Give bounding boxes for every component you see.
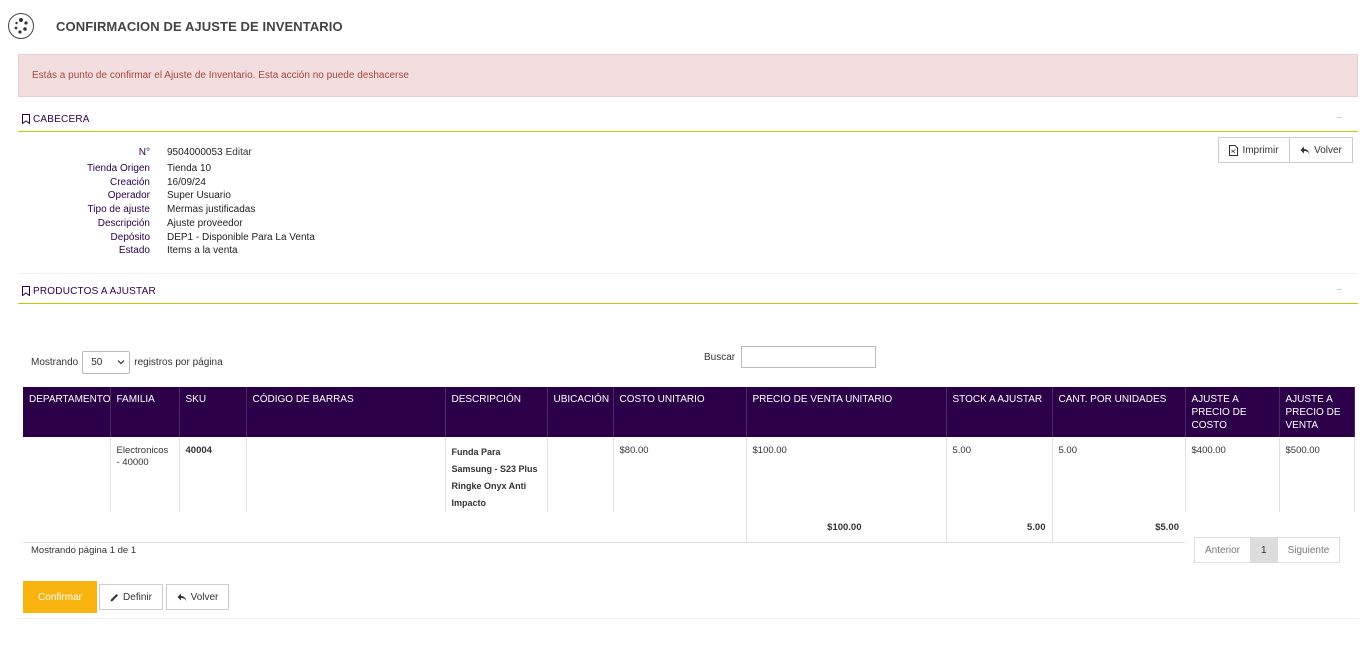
detail-row-tienda: Tienda Origen Tienda 10 [18,163,438,177]
footer-divider [18,618,1358,619]
field-label: Tienda Origen [87,163,150,174]
column-header[interactable]: CANT. POR UNIDADES [1052,387,1186,437]
total-cant-unidades: $5.00 [1051,512,1185,543]
define-button[interactable]: Definir [99,584,163,610]
field-label: Tipo de ajuste [87,204,150,215]
detail-row-estado: Estado Items a la venta [18,245,438,259]
column-header[interactable]: AJUSTE A PRECIO DE COSTO [1185,387,1280,437]
pagination-info: Mostrando página 1 de 1 [31,545,137,556]
table-header-row: DEPARTAMENTO FAMILIA SKU CÓDIGO DE BARRA… [23,387,1355,437]
detail-row-numero: N° 9504000053 Editar [18,147,438,161]
cell-precio-venta: $100.00 [746,437,947,512]
column-header[interactable]: DEPARTAMENTO [23,387,111,437]
cell-ubicacion [547,437,614,512]
reply-arrow-icon [1300,146,1310,155]
totals-spacer [23,512,746,543]
column-header[interactable]: PRECIO DE VENTA UNITARIO [746,387,947,437]
field-label: N° [138,147,150,158]
column-header[interactable]: SKU [179,387,247,437]
confirm-button[interactable]: Confirmar [23,581,97,613]
field-value: Items a la venta [167,245,238,256]
back-button-top[interactable]: Volver [1289,137,1353,163]
page-header: CONFIRMACION DE AJUSTE DE INVENTARIO [0,0,1362,52]
column-header[interactable]: FAMILIA [110,387,180,437]
detail-row-creacion: Creación 16/09/24 [18,177,438,191]
pagination-page-1[interactable]: 1 [1250,538,1278,562]
section-cabecera-header[interactable]: CABECERA – [18,112,1358,132]
collapse-icon[interactable]: – [1336,284,1342,295]
section-title: CABECERA [22,114,90,127]
field-value: Mermas justificadas [167,204,256,215]
page-title: CONFIRMACION DE AJUSTE DE INVENTARIO [56,19,343,34]
pagination: Anterior 1 Siguiente [1194,537,1341,563]
back-button-bottom[interactable]: Volver [166,584,229,610]
cell-cant-unidades: 5.00 [1052,437,1186,512]
detail-row-deposito: Depósito DEP1 - Disponible Para La Venta [18,232,438,246]
field-label: Estado [118,245,150,256]
section-title: PRODUCTOS A AJUSTAR [22,286,156,299]
total-stock-ajustar: 5.00 [945,512,1052,543]
detail-row-descripcion: Descripción Ajuste proveedor [18,218,438,232]
show-suffix: registros por página [134,356,223,368]
search-control: Buscar [704,346,877,368]
pagination-next[interactable]: Siguiente [1277,538,1340,562]
cell-codigo-barras [246,437,446,512]
column-header[interactable]: STOCK A AJUSTAR [946,387,1053,437]
column-header[interactable]: COSTO UNITARIO [613,387,747,437]
field-value: 9504000053 Editar [167,147,252,158]
cell-familia: Electronicos - 40000 [110,437,180,512]
page-size-control: Mostrando 50 registros por página [31,350,223,374]
field-value: Tienda 10 [167,163,212,174]
total-precio-venta: $100.00 [745,512,946,543]
cell-ajuste-costo: $400.00 [1185,437,1280,512]
field-label: Depósito [110,232,150,243]
cell-stock-ajustar: 5.00 [946,437,1053,512]
search-label: Buscar [704,351,736,363]
warning-alert: Estás a punto de confirmar el Ajuste de … [18,54,1358,97]
bookmark-icon [22,114,30,127]
edit-link[interactable]: Editar [226,147,252,158]
field-label: Creación [109,177,150,188]
column-header[interactable]: UBICACIÓN [547,387,614,437]
detail-row-operador: Operador Super Usuario [18,190,438,204]
chevron-down-icon [117,358,125,369]
field-label: Descripción [97,218,150,229]
cell-departamento [23,437,111,512]
column-header[interactable]: AJUSTE A PRECIO DE VENTA [1279,387,1355,437]
cell-sku: 40004 [179,437,247,512]
spinner-logo-icon[interactable] [8,13,34,39]
page-size-select[interactable]: 50 [82,350,131,374]
section-divider [18,273,1358,274]
section-productos-header[interactable]: PRODUCTOS A AJUSTAR – [18,284,1358,304]
column-header[interactable]: DESCRIPCIÓN [445,387,548,437]
print-button[interactable]: Imprimir [1218,137,1290,163]
bookmark-icon [22,286,30,299]
collapse-icon[interactable]: – [1336,112,1342,123]
reply-arrow-icon [177,593,187,602]
column-header[interactable]: CÓDIGO DE BARRAS [246,387,446,437]
cell-costo-unitario: $80.00 [613,437,747,512]
detail-row-tipo: Tipo de ajuste Mermas justificadas [18,204,438,218]
totals-row: $100.00 5.00 $5.00 [23,512,1354,543]
pdf-file-icon [1229,144,1239,156]
field-value: 16/09/24 [167,177,206,188]
show-prefix: Mostrando [31,356,79,368]
field-value: Super Usuario [167,190,231,201]
field-label: Operador [107,190,150,201]
search-input[interactable] [741,346,877,368]
field-value: DEP1 - Disponible Para La Venta [167,232,315,243]
table-row: Electronicos - 40000 40004 Funda Para Sa… [23,437,1355,512]
cell-ajuste-venta: $500.00 [1279,437,1355,512]
products-table: DEPARTAMENTO FAMILIA SKU CÓDIGO DE BARRA… [23,387,1355,543]
cell-descripcion: Funda Para Samsung - S23 Plus Ringke Ony… [445,437,548,512]
pencil-icon [110,593,119,602]
pagination-prev[interactable]: Anterior [1195,538,1251,562]
field-value: Ajuste proveedor [167,218,243,229]
